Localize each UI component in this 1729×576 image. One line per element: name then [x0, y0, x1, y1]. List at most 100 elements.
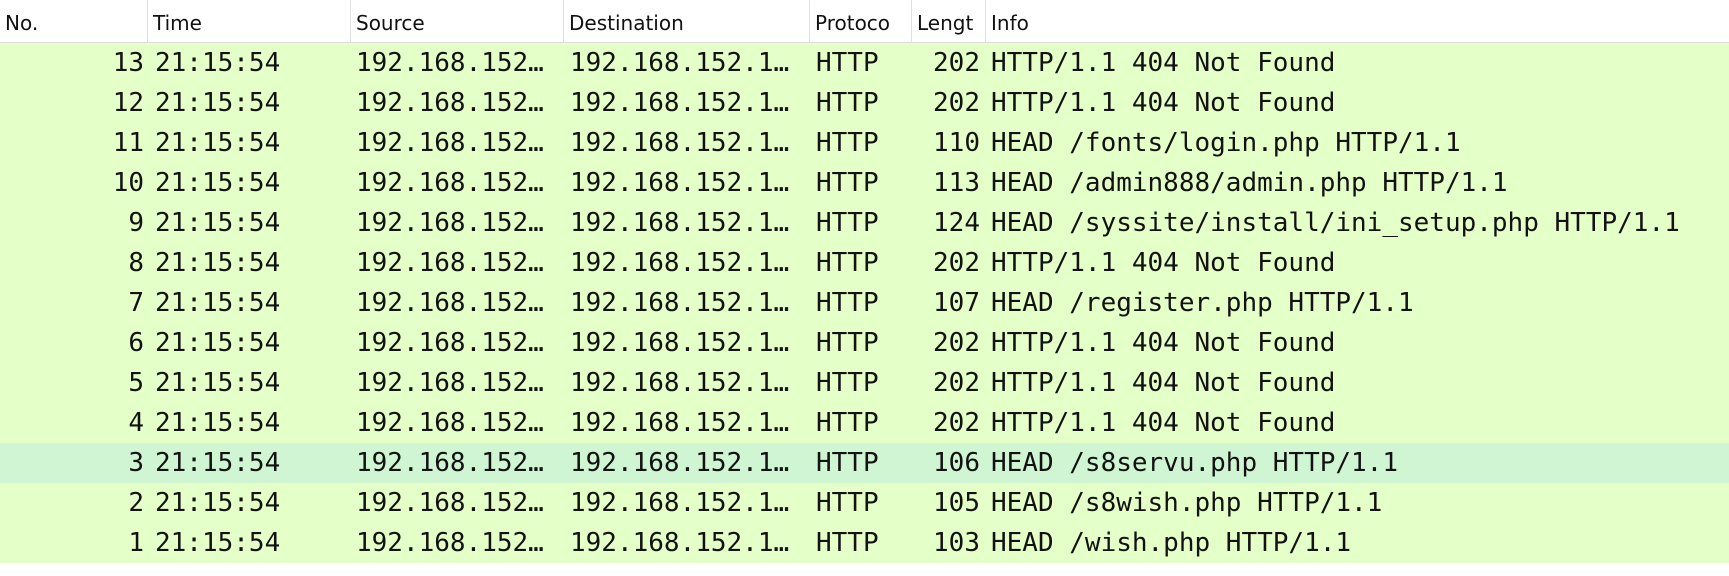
packet-row[interactable]: 5 21:15:54 192.168.152… 192.168.152.1… HTTP 2… [0, 363, 1729, 403]
packet-protocol: HTTP [816, 88, 879, 118]
packet-time: 21:15:54 [155, 328, 281, 358]
packet-row[interactable]: 12 21:15:54 192.168.152… 192.168.152.1… HTTP… [0, 83, 1729, 123]
packet-info: HTTP/1.1 404 Not Found [991, 48, 1336, 78]
packet-number: 10 [112, 168, 144, 198]
packet-time: 21:15:54 [155, 528, 281, 558]
packet-destination: 192.168.152.1… [570, 208, 790, 238]
packet-rows: 13 21:15:54 192.168.152… 192.168.152.1… HTTP… [0, 43, 1729, 563]
packet-destination: 192.168.152.1… [570, 168, 790, 198]
packet-source: 192.168.152… [356, 48, 544, 78]
packet-protocol: HTTP [816, 48, 879, 78]
packet-destination: 192.168.152.1… [570, 88, 790, 118]
packet-number: 1 [128, 528, 144, 558]
packet-row[interactable]: 10 21:15:54 192.168.152… 192.168.152.1… HTTP… [0, 163, 1729, 203]
packet-number: 5 [128, 368, 144, 398]
packet-protocol: HTTP [816, 288, 879, 318]
packet-destination: 192.168.152.1… [570, 288, 790, 318]
packet-time: 21:15:54 [155, 488, 281, 518]
packet-length: 110 [933, 128, 980, 158]
packet-list: No. Time Source Destination Protoco Leng… [0, 0, 1729, 576]
packet-source: 192.168.152… [356, 448, 544, 478]
packet-length: 202 [933, 248, 980, 278]
packet-time: 21:15:54 [155, 368, 281, 398]
column-header-info[interactable]: Info [986, 0, 1729, 42]
packet-time: 21:15:54 [155, 88, 281, 118]
packet-row[interactable]: 1 21:15:54 192.168.152… 192.168.152.1… HTTP 1… [0, 523, 1729, 563]
packet-row[interactable]: 7 21:15:54 192.168.152… 192.168.152.1… HTTP 1… [0, 283, 1729, 323]
packet-number: 3 [128, 448, 144, 478]
packet-row[interactable]: 3 21:15:54 192.168.152… 192.168.152.1… HTTP 1… [0, 443, 1729, 483]
packet-time: 21:15:54 [155, 448, 281, 478]
packet-protocol: HTTP [816, 448, 879, 478]
packet-info: HTTP/1.1 404 Not Found [991, 248, 1336, 278]
packet-number: 11 [112, 128, 144, 158]
packet-info: HTTP/1.1 404 Not Found [991, 88, 1336, 118]
packet-destination: 192.168.152.1… [570, 448, 790, 478]
packet-row[interactable]: 6 21:15:54 192.168.152… 192.168.152.1… HTTP 2… [0, 323, 1729, 363]
packet-number: 9 [128, 208, 144, 238]
packet-source: 192.168.152… [356, 368, 544, 398]
packet-destination: 192.168.152.1… [570, 368, 790, 398]
column-header-destination[interactable]: Destination [564, 0, 810, 42]
packet-destination: 192.168.152.1… [570, 488, 790, 518]
packet-time: 21:15:54 [155, 48, 281, 78]
packet-row[interactable]: 2 21:15:54 192.168.152… 192.168.152.1… HTTP 1… [0, 483, 1729, 523]
packet-row[interactable]: 8 21:15:54 192.168.152… 192.168.152.1… HTTP 2… [0, 243, 1729, 283]
column-header-bar: No. Time Source Destination Protoco Leng… [0, 0, 1729, 43]
packet-source: 192.168.152… [356, 528, 544, 558]
packet-number: 2 [128, 488, 144, 518]
packet-time: 21:15:54 [155, 408, 281, 438]
packet-length: 202 [933, 88, 980, 118]
packet-protocol: HTTP [816, 368, 879, 398]
packet-length: 103 [933, 528, 980, 558]
packet-source: 192.168.152… [356, 208, 544, 238]
packet-protocol: HTTP [816, 208, 879, 238]
packet-source: 192.168.152… [356, 288, 544, 318]
packet-info: HTTP/1.1 404 Not Found [991, 328, 1336, 358]
packet-destination: 192.168.152.1… [570, 408, 790, 438]
packet-number: 4 [128, 408, 144, 438]
packet-source: 192.168.152… [356, 88, 544, 118]
packet-length: 106 [933, 448, 980, 478]
packet-number: 13 [112, 48, 144, 78]
packet-time: 21:15:54 [155, 248, 281, 278]
column-header-time[interactable]: Time [148, 0, 351, 42]
packet-protocol: HTTP [816, 168, 879, 198]
column-header-source[interactable]: Source [351, 0, 564, 42]
packet-row[interactable]: 9 21:15:54 192.168.152… 192.168.152.1… HTTP 1… [0, 203, 1729, 243]
packet-destination: 192.168.152.1… [570, 48, 790, 78]
packet-source: 192.168.152… [356, 168, 544, 198]
packet-time: 21:15:54 [155, 168, 281, 198]
packet-source: 192.168.152… [356, 488, 544, 518]
packet-protocol: HTTP [816, 248, 879, 278]
packet-length: 107 [933, 288, 980, 318]
packet-time: 21:15:54 [155, 208, 281, 238]
packet-length: 113 [933, 168, 980, 198]
packet-protocol: HTTP [816, 488, 879, 518]
column-header-no[interactable]: No. [0, 0, 148, 42]
packet-source: 192.168.152… [356, 128, 544, 158]
packet-info: HEAD /s8servu.php HTTP/1.1 [991, 448, 1398, 478]
packet-protocol: HTTP [816, 408, 879, 438]
packet-destination: 192.168.152.1… [570, 128, 790, 158]
packet-number: 12 [112, 88, 144, 118]
column-header-length[interactable]: Lengt [912, 0, 986, 42]
packet-info: HTTP/1.1 404 Not Found [991, 368, 1336, 398]
packet-length: 105 [933, 488, 980, 518]
packet-protocol: HTTP [816, 328, 879, 358]
packet-length: 202 [933, 408, 980, 438]
packet-info: HEAD /syssite/install/ini_setup.php HTTP… [991, 208, 1680, 238]
packet-destination: 192.168.152.1… [570, 248, 790, 278]
column-header-time-label: Time [153, 11, 202, 35]
packet-destination: 192.168.152.1… [570, 528, 790, 558]
column-header-protocol[interactable]: Protoco [810, 0, 912, 42]
packet-length: 124 [933, 208, 980, 238]
packet-row[interactable]: 4 21:15:54 192.168.152… 192.168.152.1… HTTP 2… [0, 403, 1729, 443]
packet-info: HEAD /wish.php HTTP/1.1 [991, 528, 1352, 558]
packet-info: HEAD /admin888/admin.php HTTP/1.1 [991, 168, 1508, 198]
packet-protocol: HTTP [816, 528, 879, 558]
packet-info: HEAD /s8wish.php HTTP/1.1 [991, 488, 1383, 518]
packet-row[interactable]: 11 21:15:54 192.168.152… 192.168.152.1… HTTP… [0, 123, 1729, 163]
packet-number: 8 [128, 248, 144, 278]
packet-row[interactable]: 13 21:15:54 192.168.152… 192.168.152.1… HTTP… [0, 43, 1729, 83]
